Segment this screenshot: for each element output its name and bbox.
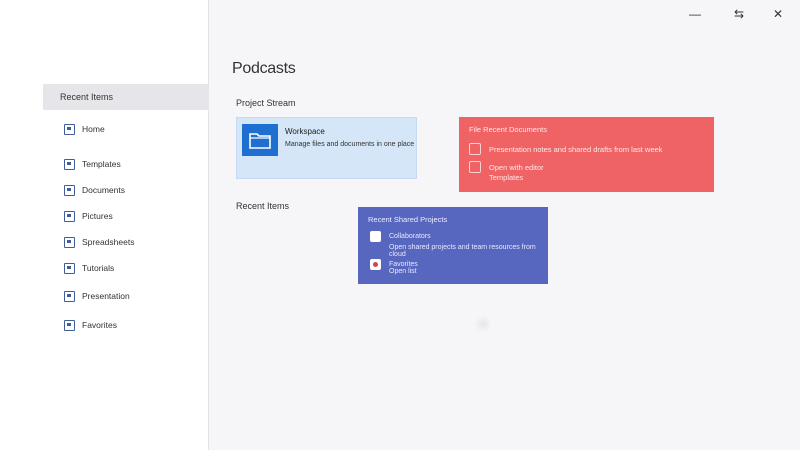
sidebar-item-presentation[interactable]: Presentation	[64, 288, 130, 304]
list-item[interactable]: Open list	[389, 268, 417, 275]
indigo-card-header: Recent Shared Projects	[368, 215, 448, 224]
sidebar-item-label: Documents	[82, 185, 125, 195]
list-icon	[64, 319, 75, 331]
sidebar-item-home[interactable]: Home	[64, 121, 105, 137]
template-icon	[64, 158, 75, 170]
list-item-label: Presentation notes and shared drafts fro…	[489, 144, 663, 154]
sidebar-item-spreadsheets[interactable]: Spreadsheets	[64, 234, 134, 250]
sidebar-item-label: Presentation	[82, 291, 130, 301]
page-title: Podcasts	[232, 60, 296, 77]
red-card-header: File Recent Documents	[469, 125, 547, 134]
sidebar-item-favorites[interactable]: Favorites	[64, 317, 117, 333]
document-icon	[64, 184, 75, 196]
sidebar-item-label: Spreadsheets	[82, 237, 135, 247]
folder-icon	[242, 124, 278, 156]
recent-documents-card[interactable]: File Recent Documents Presentation notes…	[459, 117, 714, 192]
folder-icon	[64, 123, 75, 135]
sidebar-item-label: Templates	[82, 159, 121, 169]
section-title-shared: Recent Items	[236, 201, 290, 211]
list-item[interactable]: Collaborators	[370, 231, 431, 242]
list-item[interactable]: Templates	[489, 173, 523, 182]
list-item-label: Open with editor	[489, 162, 544, 172]
list-item-label: Open list	[389, 268, 417, 275]
sidebar-item-pictures[interactable]: Pictures	[64, 208, 113, 224]
sidebar-item-label: Home	[82, 124, 105, 134]
restore-button[interactable]: ⇆	[731, 6, 747, 22]
sidebar-item-label: Pictures	[82, 211, 113, 221]
doc-icon	[370, 231, 381, 242]
workspace-card[interactable]: Workspace Manage files and documents in …	[236, 117, 417, 179]
record-icon	[370, 259, 381, 270]
list-item[interactable]: Presentation notes and shared drafts fro…	[469, 143, 662, 155]
list-item-label: Favorites	[389, 261, 418, 268]
list-item-label: Collaborators	[389, 233, 431, 240]
minimize-button[interactable]: —	[687, 6, 703, 22]
sidebar-item-templates[interactable]: Templates	[64, 156, 121, 172]
folder-icon	[469, 161, 481, 173]
sidebar-item-label: Favorites	[82, 320, 117, 330]
sidebar: Recent Items Home Templates Documents Pi…	[0, 0, 209, 450]
list-item[interactable]: File Recent Documents	[469, 125, 547, 134]
sidebar-item-documents[interactable]: Documents	[64, 182, 125, 198]
image-icon	[64, 210, 75, 222]
loading-indicator	[474, 315, 492, 333]
image-icon	[64, 290, 75, 302]
list-item-label: Open shared projects and team resources …	[389, 244, 536, 258]
list-item[interactable]: Open shared projects and team resources …	[389, 244, 548, 258]
sidebar-item-selected[interactable]: Recent Items	[43, 84, 209, 110]
sidebar-item-tutorials[interactable]: Tutorials	[64, 260, 114, 276]
list-item[interactable]: Open with editor	[469, 161, 544, 173]
workspace-card-title: Workspace	[285, 127, 325, 136]
image-icon	[64, 262, 75, 274]
workspace-card-subtitle: Manage files and documents in one place	[285, 141, 415, 148]
shared-projects-card[interactable]: Recent Shared Projects Collaborators Ope…	[358, 207, 548, 284]
section-title-recent: Project Stream	[236, 98, 296, 108]
folder-icon	[469, 143, 481, 155]
app-window: ⌐ — ⇆ ✕ Recent Items Home Templates Docu…	[0, 0, 800, 450]
sidebar-item-label: Tutorials	[82, 263, 115, 273]
close-button[interactable]: ✕	[770, 6, 786, 22]
list-item-label: Templates	[489, 173, 524, 182]
sheet-icon	[64, 236, 75, 248]
